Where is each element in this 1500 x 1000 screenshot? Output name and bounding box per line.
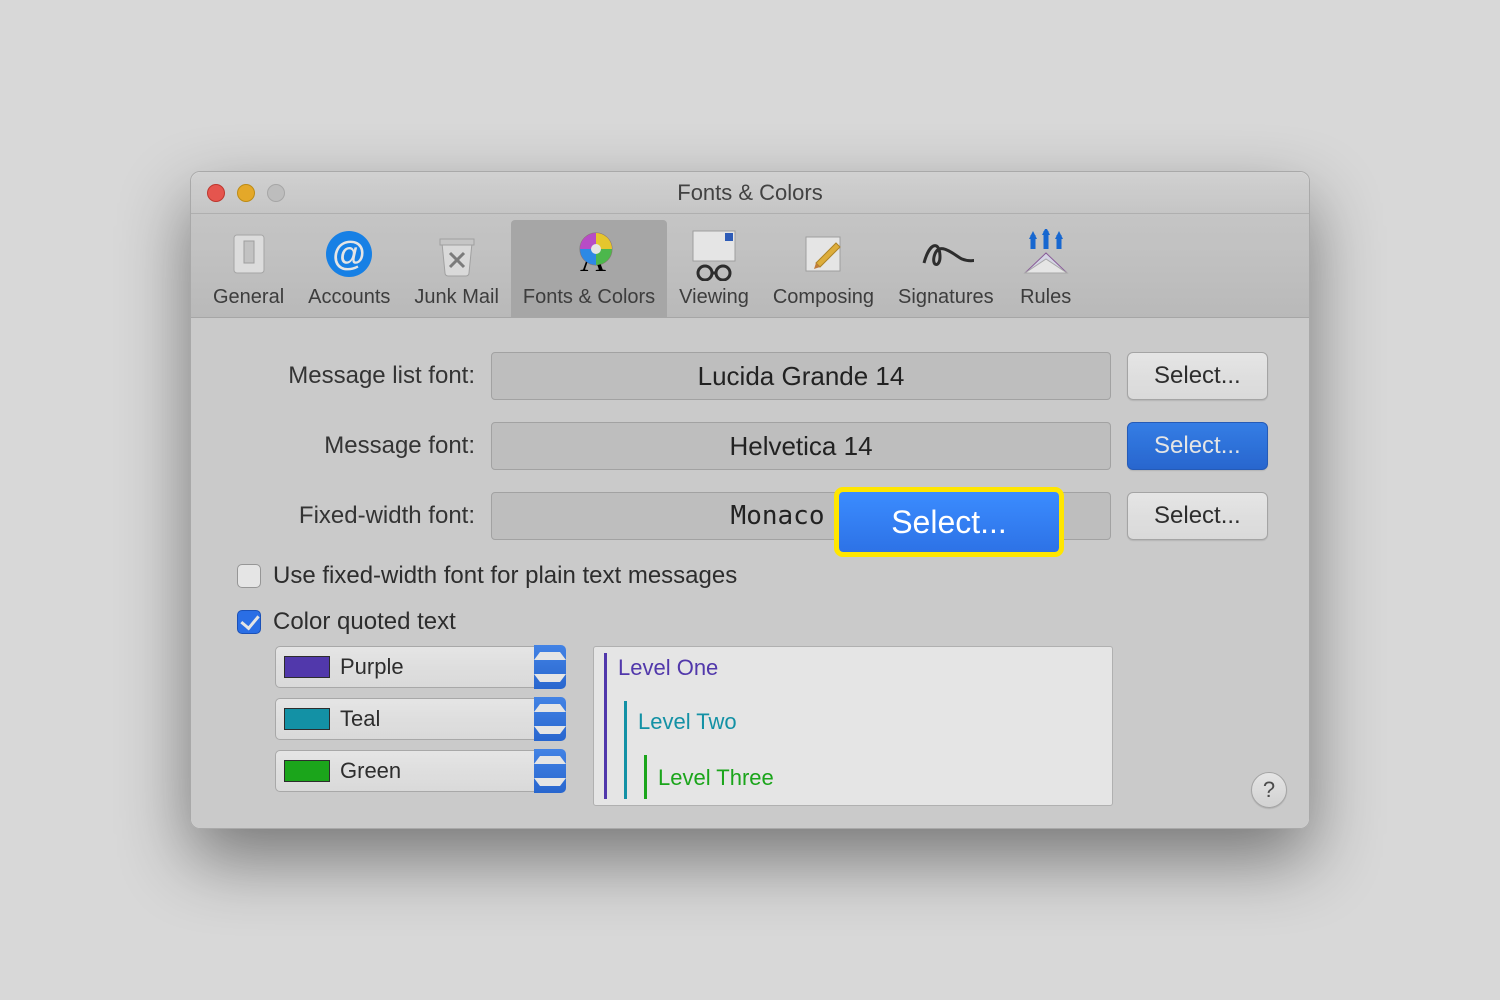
tab-rules[interactable]: Rules <box>1006 220 1086 317</box>
use-fixed-width-checkbox-row[interactable]: Use fixed-width font for plain text mess… <box>237 562 1285 590</box>
fixed-width-font-select-button[interactable]: Select... <box>1127 492 1268 540</box>
fixed-width-font-value: Monaco 10 <box>491 492 1111 540</box>
tab-fonts-colors[interactable]: A Fonts & Colors <box>511 220 667 317</box>
tab-label: Junk Mail <box>414 286 498 309</box>
level-one-text: Level One <box>618 655 718 681</box>
content-pane: Message list font: Lucida Grande 14 Sele… <box>191 318 1309 828</box>
trash-icon <box>429 226 485 282</box>
fonts-colors-icon: A <box>561 226 617 282</box>
rules-icon <box>1018 226 1074 282</box>
level1-color-select[interactable]: Purple <box>275 646 565 688</box>
tab-label: General <box>213 286 284 309</box>
color-swatch-green <box>284 760 330 782</box>
tab-accounts[interactable]: @ Accounts <box>296 220 402 317</box>
color-quoted-text-label: Color quoted text <box>273 608 456 636</box>
stepper-icon[interactable] <box>534 697 566 741</box>
level-three-text: Level Three <box>658 765 774 791</box>
tab-junk-mail[interactable]: Junk Mail <box>402 220 510 317</box>
tab-label: Fonts & Colors <box>523 286 655 309</box>
titlebar: Fonts & Colors <box>191 172 1309 214</box>
tab-label: Rules <box>1020 286 1071 309</box>
message-list-font-row: Message list font: Lucida Grande 14 Sele… <box>215 352 1285 400</box>
minimize-window-button[interactable] <box>237 184 255 202</box>
tab-signatures[interactable]: Signatures <box>886 220 1006 317</box>
viewing-icon <box>686 226 742 282</box>
fixed-width-font-row: Fixed-width font: Monaco 10 Select... <box>215 492 1285 540</box>
quote-level-preview: Level One Level Two Level Three <box>593 646 1113 806</box>
swatch-label: Teal <box>340 706 564 732</box>
at-sign-icon: @ <box>321 226 377 282</box>
svg-text:@: @ <box>333 235 366 273</box>
use-fixed-width-checkbox[interactable] <box>237 564 261 588</box>
message-list-font-select-button[interactable]: Select... <box>1127 352 1268 400</box>
window-title: Fonts & Colors <box>677 180 823 206</box>
stepper-icon[interactable] <box>534 749 566 793</box>
color-quoted-settings: Purple Teal Green Level One <box>275 646 1285 806</box>
tab-general[interactable]: General <box>201 220 296 317</box>
message-font-row: Message font: Helvetica 14 Select... <box>215 422 1285 470</box>
message-font-value: Helvetica 14 <box>491 422 1111 470</box>
swatch-label: Green <box>340 758 564 784</box>
general-icon <box>221 226 277 282</box>
stepper-icon[interactable] <box>534 645 566 689</box>
message-list-font-value: Lucida Grande 14 <box>491 352 1111 400</box>
message-list-font-label: Message list font: <box>215 362 475 390</box>
tab-label: Signatures <box>898 286 994 309</box>
swatch-label: Purple <box>340 654 564 680</box>
tab-label: Viewing <box>679 286 749 309</box>
zoom-window-button[interactable] <box>267 184 285 202</box>
close-window-button[interactable] <box>207 184 225 202</box>
color-swatch-purple <box>284 656 330 678</box>
tab-composing[interactable]: Composing <box>761 220 886 317</box>
tab-label: Accounts <box>308 286 390 309</box>
color-quoted-text-checkbox-row[interactable]: Color quoted text <box>237 608 1285 636</box>
message-font-select-button[interactable]: Select... <box>1127 422 1268 470</box>
message-font-label: Message font: <box>215 432 475 460</box>
tab-viewing[interactable]: Viewing <box>667 220 761 317</box>
signatures-icon <box>918 226 974 282</box>
color-quoted-text-checkbox[interactable] <box>237 610 261 634</box>
level3-color-select[interactable]: Green <box>275 750 565 792</box>
level2-color-select[interactable]: Teal <box>275 698 565 740</box>
composing-icon <box>795 226 851 282</box>
level-two-text: Level Two <box>638 709 737 735</box>
tab-label: Composing <box>773 286 874 309</box>
color-swatch-teal <box>284 708 330 730</box>
toolbar: General @ Accounts Junk Mail A <box>191 214 1309 318</box>
help-button[interactable]: ? <box>1251 772 1287 808</box>
traffic-lights <box>207 184 285 202</box>
preferences-window: Fonts & Colors General @ Accounts Junk M… <box>190 171 1310 829</box>
fixed-width-font-label: Fixed-width font: <box>215 502 475 530</box>
use-fixed-width-label: Use fixed-width font for plain text mess… <box>273 562 737 590</box>
